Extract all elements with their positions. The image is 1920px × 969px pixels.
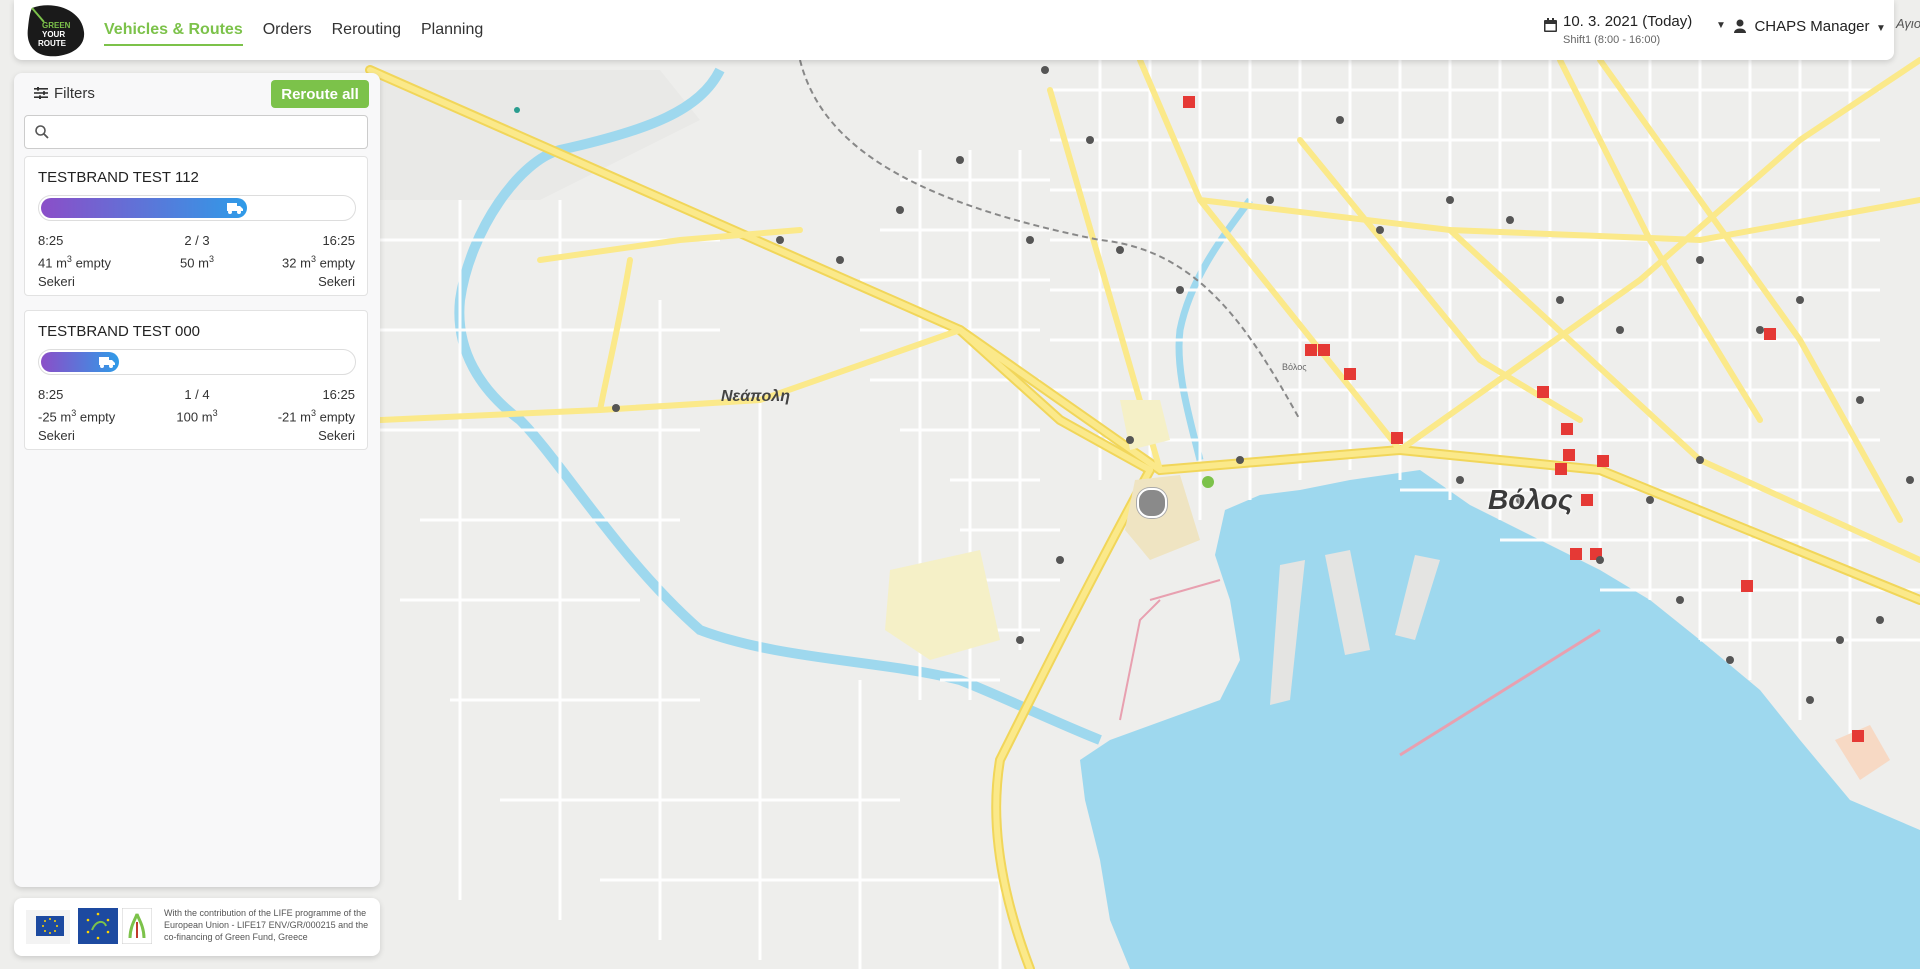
filters-label: Filters	[54, 85, 95, 102]
route-end: 16:25 -21 m3 empty Sekeri	[278, 385, 355, 445]
truck-icon	[227, 203, 243, 214]
end-capacity: 32 m3 empty	[282, 254, 355, 271]
nav-planning[interactable]: Planning	[411, 0, 493, 60]
stops-count: 2 / 3	[184, 233, 210, 248]
map-label-neapoli: Νεάπολη	[721, 388, 790, 405]
map-vehicle-marker[interactable]	[1137, 488, 1167, 518]
stops-count: 1 / 4	[184, 387, 210, 402]
main-nav: Vehicles & Routes Orders Rerouting Plann…	[94, 0, 493, 60]
funding-text: With the contribution of the LIFE progra…	[164, 908, 369, 942]
end-capacity: -21 m3 empty	[277, 408, 355, 425]
vehicles-panel: Filters Reroute all TESTBRAND TEST 112 8…	[14, 73, 380, 887]
route-progress-fill	[41, 352, 119, 372]
funding-footer: With the contribution of the LIFE progra…	[14, 898, 380, 956]
route-volume: 50 m3	[180, 254, 214, 271]
svg-text:ROUTE: ROUTE	[38, 39, 67, 48]
map-label-volos: Βόλος	[1488, 484, 1573, 515]
end-place: Sekeri	[318, 274, 355, 290]
nav-rerouting[interactable]: Rerouting	[322, 0, 411, 60]
search-icon	[35, 125, 49, 139]
route-progress-bar	[38, 349, 356, 375]
route-start: 8:25 -25 m3 empty Sekeri	[38, 385, 115, 445]
start-time: 8:25	[38, 387, 64, 402]
calendar-icon	[1544, 18, 1557, 32]
start-capacity: 41 m3 empty	[38, 254, 111, 271]
top-navbar: GREEN YOUR ROUTE Vehicles & Routes Order…	[14, 0, 1894, 60]
date-label: 10. 3. 2021 (Today)	[1563, 13, 1693, 30]
sliders-icon	[34, 87, 48, 99]
vehicle-name: TESTBRAND TEST 112	[38, 169, 199, 186]
start-place: Sekeri	[38, 428, 75, 444]
svg-text:YOUR: YOUR	[42, 30, 65, 39]
chevron-down-icon: ▼	[1875, 23, 1886, 34]
vehicle-card[interactable]: TESTBRAND TEST 112 8:25 41 m3 empty Seke…	[24, 156, 368, 296]
search-input[interactable]	[57, 120, 361, 146]
nav-orders[interactable]: Orders	[253, 0, 322, 60]
route-progress-bar	[38, 195, 356, 221]
user-icon	[1734, 19, 1746, 33]
svg-text:GREEN: GREEN	[42, 21, 71, 30]
shift-label: Shift1 (8:00 - 16:00)	[1563, 34, 1661, 46]
filters-button[interactable]: Filters	[34, 85, 95, 102]
route-stops: 1 / 4 100 m3	[147, 385, 247, 426]
route-end: 16:25 32 m3 empty Sekeri	[282, 231, 355, 291]
map-label-volos-small: Βόλος	[1282, 362, 1307, 372]
route-start: 8:25 41 m3 empty Sekeri	[38, 231, 111, 291]
route-volume: 100 m3	[176, 408, 218, 425]
green-fund-logo	[122, 908, 152, 944]
map-label-edge: Αγιο	[1896, 16, 1920, 31]
life-programme-logo	[78, 908, 118, 944]
end-time: 16:25	[322, 233, 355, 248]
app-logo[interactable]: GREEN YOUR ROUTE	[24, 2, 88, 58]
end-time: 16:25	[322, 387, 355, 402]
route-stops: 2 / 3 50 m3	[147, 231, 247, 272]
user-name: CHAPS Manager	[1754, 18, 1870, 35]
start-capacity: -25 m3 empty	[38, 408, 116, 425]
truck-icon	[99, 357, 115, 368]
eu-flag-logo	[26, 910, 70, 944]
chevron-down-icon: ▼	[1716, 20, 1726, 31]
route-progress-fill	[41, 198, 247, 218]
nav-vehicles-routes[interactable]: Vehicles & Routes	[94, 0, 253, 60]
vehicle-card[interactable]: TESTBRAND TEST 000 8:25 -25 m3 empty Sek…	[24, 310, 368, 450]
reroute-all-button[interactable]: Reroute all	[271, 80, 369, 108]
user-menu[interactable]: CHAPS Manager ▼	[1734, 18, 1886, 42]
end-place: Sekeri	[318, 428, 355, 444]
vehicle-search	[24, 115, 368, 149]
vehicle-name: TESTBRAND TEST 000	[38, 323, 200, 340]
start-time: 8:25	[38, 233, 64, 248]
start-place: Sekeri	[38, 274, 75, 290]
